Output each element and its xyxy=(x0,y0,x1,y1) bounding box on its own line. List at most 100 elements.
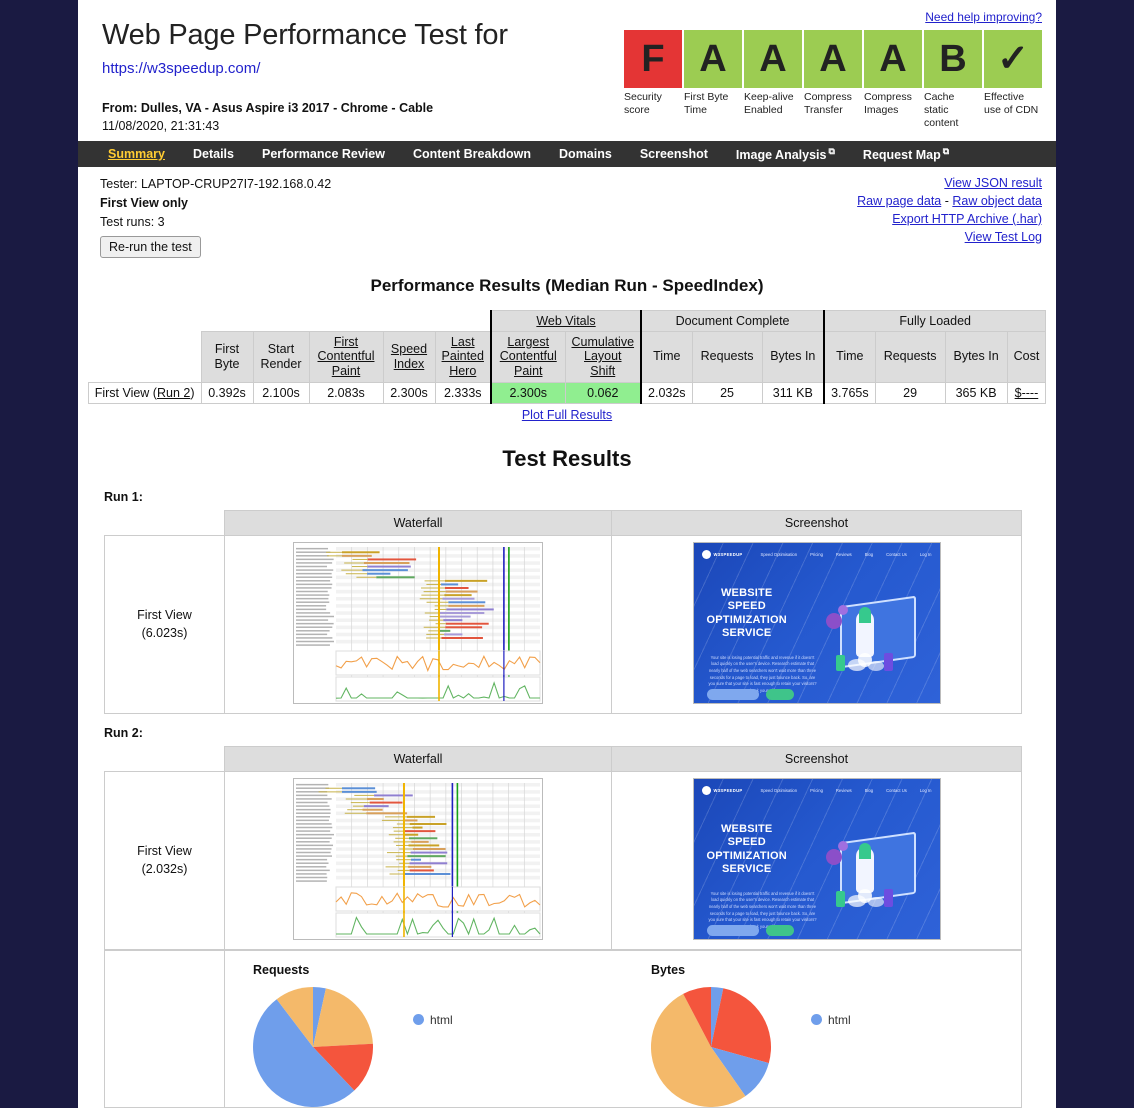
val-dc-bytes-in: 311 KB xyxy=(761,381,826,404)
screenshot-cell[interactable]: W3SPEEDUP Speed Optimisation Pricing Review… xyxy=(611,534,1022,714)
screenshot-thumbnail-1[interactable]: W3SPEEDUP Speed Optimisation Pricing Review… xyxy=(692,541,941,704)
waterfall-cell[interactable] xyxy=(224,534,612,714)
results-column-header-row: First Byte Start Render First Contentful… xyxy=(88,330,1047,383)
nav-item-screenshot[interactable]: Screenshot xyxy=(626,147,722,161)
nav-item-domains[interactable]: Domains xyxy=(545,147,626,161)
raw-page-data-link[interactable]: Raw page data xyxy=(857,194,941,208)
grade-effective-use-of-cdn: ✓ Effective use of CDN xyxy=(984,30,1042,130)
view-test-log-link[interactable]: View Test Log xyxy=(965,230,1042,244)
requests-pie-chart[interactable] xyxy=(253,986,373,1107)
nav-item-request-map[interactable]: Request Map ⧉ xyxy=(849,146,963,162)
run-corner-cell xyxy=(104,510,225,536)
grade-box-keep-alive-enabled: A xyxy=(744,30,802,88)
grade-label-keep-alive-enabled: Keep-alive Enabled xyxy=(744,91,794,117)
nav-item-label: Screenshot xyxy=(639,147,708,162)
waterfall-chart-2[interactable] xyxy=(293,778,543,941)
grade-compress-images: A Compress Images xyxy=(864,30,922,130)
grade-label-first-byte-time: First Byte Time xyxy=(684,91,729,117)
group-header-web-vitals: Web Vitals xyxy=(489,309,643,332)
run-table-2: Waterfall Screenshot First View (2.032s) W3S… xyxy=(104,745,1022,950)
val-fl-time: 3.765s xyxy=(823,381,876,404)
bytes-pie-chart[interactable] xyxy=(650,986,772,1107)
requests-pie-area: html xyxy=(253,986,623,1107)
run-view-time: (2.032s) xyxy=(141,862,188,877)
run-view-time: (6.023s) xyxy=(141,626,188,641)
nav-item-label: Performance Review xyxy=(261,147,385,162)
grade-label-security-score: Security score xyxy=(624,91,662,117)
col-fl-requests: Requests xyxy=(874,330,946,383)
grade-label-compress-transfer: Compress Transfer xyxy=(804,91,852,117)
run-body-row: First View (6.023s) W3SPEEDUP Speed Optimis… xyxy=(104,534,1022,714)
web-vitals-label[interactable]: Web Vitals xyxy=(536,314,595,328)
nav-item-label: Details xyxy=(192,147,234,162)
waterfall-chart-1[interactable] xyxy=(293,542,543,705)
grade-box-cache-static-content: B xyxy=(924,30,982,88)
bytes-legend-item[interactable]: html xyxy=(811,1013,851,1027)
export-har-link[interactable]: Export HTTP Archive (.har) xyxy=(892,212,1042,226)
performance-results-title: Performance Results (Median Run - SpeedI… xyxy=(370,275,764,295)
run-view-label: First View xyxy=(137,607,192,622)
link-separator: - xyxy=(941,194,953,208)
page-container: Web Page Performance Test for https://w3… xyxy=(78,0,1056,1108)
group-spacer-metrics xyxy=(201,310,491,331)
nav-item-label: Domains xyxy=(559,147,612,162)
group-header-fully-loaded: Fully Loaded xyxy=(823,309,1047,332)
raw-object-data-link[interactable]: Raw object data xyxy=(952,194,1042,208)
val-cumulative-layout-shift: 0.062 xyxy=(564,381,643,404)
bytes-chart-title: Bytes xyxy=(651,962,686,977)
group-header-document-complete: Document Complete xyxy=(640,309,826,332)
val-first-contentful-paint: 2.083s xyxy=(308,381,384,404)
column-spacer-cell xyxy=(88,331,201,383)
requests-pie-block: Requests html xyxy=(225,951,623,1107)
from-value: Dulles, VA - Asus Aspire i3 2017 - Chrom… xyxy=(140,101,434,115)
col-largest-contentful-paint[interactable]: Largest Contentful Paint xyxy=(490,330,566,383)
run-block-2: Run 2: Waterfall Screenshot First View (2.03… xyxy=(78,726,1056,950)
screenshot-cell[interactable]: W3SPEEDUP Speed Optimisation Pricing Review… xyxy=(611,770,1022,950)
col-waterfall: Waterfall xyxy=(224,745,612,772)
col-dc-time: Time xyxy=(640,330,693,383)
waterfall-cell[interactable] xyxy=(224,770,612,950)
screenshot-thumbnail-2[interactable]: W3SPEEDUP Speed Optimisation Pricing Review… xyxy=(692,777,941,940)
grade-list: F Security score A First Byte Time A Keep-ali… xyxy=(624,30,1042,130)
run-table-1: Waterfall Screenshot First View (6.023s) W3S… xyxy=(104,509,1022,714)
col-start-render: Start Render xyxy=(252,330,310,383)
run-corner-cell xyxy=(104,746,225,772)
col-last-painted-hero[interactable]: Last Painted Hero xyxy=(434,330,492,383)
nav-item-performance-review[interactable]: Performance Review xyxy=(248,147,399,161)
col-speed-index[interactable]: Speed Index xyxy=(382,330,436,383)
grade-keep-alive-enabled: A Keep-alive Enabled xyxy=(744,30,802,130)
performance-results-table: Web Vitals Document Complete Fully Loade… xyxy=(87,309,1047,404)
nav-item-content-breakdown[interactable]: Content Breakdown xyxy=(399,147,545,161)
run-2-link[interactable]: Run 2 xyxy=(157,386,190,400)
val-dc-requests: 25 xyxy=(691,381,763,404)
nav-item-label: Request Map xyxy=(862,148,941,163)
grade-label-compress-images: Compress Images xyxy=(864,91,912,117)
col-cumulative-layout-shift[interactable]: Cumulative Layout Shift xyxy=(564,330,643,383)
run-label-2: Run 2: xyxy=(104,725,143,740)
bytes-pie-area: html xyxy=(650,986,1021,1107)
results-data-row: First View (Run 2) 0.392s 2.100s 2.083s … xyxy=(87,381,1047,404)
run-block-1: Run 1: Waterfall Screenshot First View (6.02… xyxy=(78,490,1056,714)
pie-row: Requests html Bytes html xyxy=(225,951,1021,1107)
col-fl-cost: Cost xyxy=(1006,330,1047,383)
breakdown-charts-cell: Requests html Bytes html xyxy=(224,949,1022,1108)
view-json-result-link[interactable]: View JSON result xyxy=(944,176,1042,190)
plot-link-container: Plot Full Results xyxy=(78,406,1056,424)
run-view-cell: First View (2.032s) xyxy=(104,770,225,950)
re-run-test-button[interactable]: Re-run the test xyxy=(100,235,201,258)
tested-url-link[interactable]: https://w3speedup.com/ xyxy=(102,60,260,77)
requests-legend-item[interactable]: html xyxy=(413,1013,453,1027)
need-help-improving-link[interactable]: Need help improving? xyxy=(925,10,1042,24)
val-last-painted-hero: 2.333s xyxy=(434,381,492,404)
nav-item-summary[interactable]: Summary xyxy=(94,147,179,161)
run-label-1: Run 1: xyxy=(104,489,143,504)
group-spacer-cell xyxy=(88,310,201,331)
grade-label-effective-use-of-cdn: Effective use of CDN xyxy=(984,91,1039,117)
test-results-heading: Test Results xyxy=(502,445,632,471)
nav-item-details[interactable]: Details xyxy=(179,147,248,161)
plot-full-results-link[interactable]: Plot Full Results xyxy=(522,408,612,422)
nav-item-image-analysis[interactable]: Image Analysis ⧉ xyxy=(722,146,849,162)
val-fl-cost[interactable]: $---- xyxy=(1006,381,1047,404)
grade-box-first-byte-time: A xyxy=(684,30,742,88)
col-first-contentful-paint[interactable]: First Contentful Paint xyxy=(308,330,384,383)
